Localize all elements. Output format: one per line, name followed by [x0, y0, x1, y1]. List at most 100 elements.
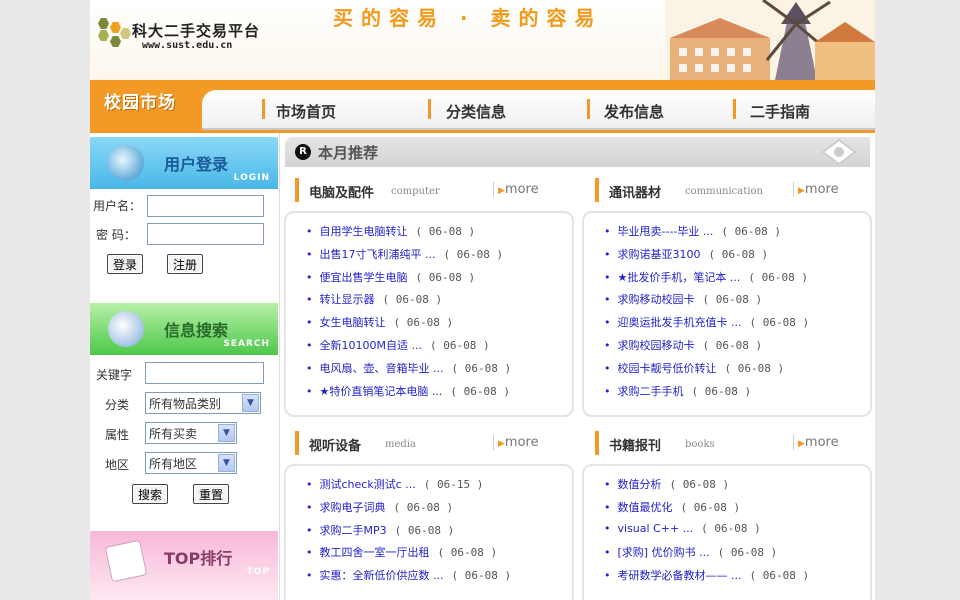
item-date: ( 06-08 )	[429, 338, 490, 352]
more-link[interactable]: ▶more	[493, 182, 539, 197]
list-item: • 毕业甩卖----毕业 ... ( 06-08 )	[604, 223, 870, 246]
item-link[interactable]: 考研数学必备教材—— ...	[618, 569, 742, 582]
nav-item-post[interactable]: 发布信息	[604, 101, 664, 122]
search-subtitle: SEARCH	[223, 339, 270, 349]
item-link[interactable]: 求购电子词典	[320, 501, 386, 514]
header-banner: 科大二手交易平台 www.sust.edu.cn 买的容易 · 卖的容易	[90, 0, 875, 80]
nav-item-home[interactable]: 市场首页	[276, 101, 336, 122]
item-link[interactable]: [求购] 优价购书 ...	[618, 546, 710, 559]
item-date: ( 06-08 )	[415, 270, 476, 284]
item-link[interactable]: 全新10100M自适 ...	[320, 339, 422, 352]
bullet-icon: •	[604, 478, 611, 491]
more-link[interactable]: ▶more	[793, 182, 839, 197]
top-header: TOP排行 TOP	[90, 531, 278, 600]
property-label: 属性	[105, 428, 130, 442]
item-date: ( 06-08 )	[721, 225, 781, 238]
item-link[interactable]: 数值分析	[618, 478, 662, 491]
category-title: 视听设备	[309, 439, 362, 454]
item-link[interactable]: 测试check测试c ...	[320, 478, 416, 491]
more-link[interactable]: ▶more	[793, 435, 839, 450]
region-select-value: 所有地区	[149, 457, 198, 471]
recommend-icon: R	[295, 144, 311, 160]
search-button[interactable]: 搜索	[132, 484, 169, 504]
nav-item-guide[interactable]: 二手指南	[750, 101, 810, 122]
bullet-icon: •	[604, 500, 611, 514]
category-title: 通讯器材	[609, 186, 662, 201]
region-label: 地区	[105, 458, 130, 472]
item-link[interactable]: 数值最优化	[618, 501, 673, 514]
register-button[interactable]: 注册	[167, 254, 204, 274]
bullet-icon: •	[604, 293, 611, 307]
item-date: ( 06-08 )	[691, 384, 752, 398]
reset-button[interactable]: 重置	[193, 484, 230, 504]
item-date: ( 06-08 )	[724, 361, 785, 375]
item-link[interactable]: visual C++ ...	[618, 522, 694, 535]
item-link[interactable]: ★批发价手机，笔记本 ...	[618, 271, 741, 284]
bullet-icon: •	[306, 384, 313, 398]
top-subtitle: TOP	[246, 567, 270, 577]
item-list: • 数值分析 ( 06-08 ) • 数值最优化 ( 06-08 ) • visual C++…	[584, 466, 870, 590]
bullet-icon: •	[604, 546, 611, 560]
bullet-icon: •	[604, 384, 611, 398]
login-header: 用户登录 LOGIN	[90, 137, 278, 189]
region-select[interactable]: 所有地区 ▼	[145, 452, 237, 474]
bullet-icon: •	[306, 478, 313, 491]
item-link[interactable]: 毕业甩卖----毕业 ...	[618, 225, 714, 238]
category-header-communication: 通讯器材 communication ▶more	[595, 174, 873, 206]
item-link[interactable]: 自用学生电脑转让	[320, 225, 408, 238]
bullet-icon: •	[306, 569, 313, 583]
user-icon	[108, 145, 144, 181]
category-box-computer: • 自用学生电脑转让 ( 06-08 ) • 出售17寸飞利浦纯平 ... ( 06-08…	[284, 211, 574, 417]
password-input[interactable]	[147, 223, 264, 245]
username-input[interactable]	[147, 195, 264, 217]
item-date: ( 06-08 )	[394, 523, 455, 537]
item-date: ( 06-08 )	[680, 500, 741, 514]
bullet-icon: •	[306, 316, 313, 330]
nav-item-categories[interactable]: 分类信息	[446, 101, 506, 122]
item-link[interactable]: 迎奥运批发手机充值卡 ...	[618, 316, 742, 329]
item-link[interactable]: 女生电脑转让	[320, 316, 386, 329]
item-link[interactable]: 求购二手MP3	[320, 524, 387, 537]
item-link[interactable]: 求购二手手机	[618, 385, 684, 398]
item-link[interactable]: 教工四舍一室一厅出租	[320, 546, 430, 559]
item-link[interactable]: 出售17寸飞利浦纯平 ...	[320, 248, 436, 261]
item-link[interactable]: 电风扇、壶、音箱毕业 ...	[320, 362, 444, 375]
username-label: 用户名：	[93, 199, 142, 213]
property-select[interactable]: 所有买卖 ▼	[145, 422, 237, 444]
item-link[interactable]: 求购移动校园卡	[618, 293, 695, 306]
bullet-icon: •	[604, 521, 611, 535]
item-list: • 自用学生电脑转让 ( 06-08 ) • 出售17寸飞利浦纯平 ... ( 06-08…	[286, 213, 572, 405]
item-date: ( 06-15 )	[423, 478, 484, 491]
item-link[interactable]: 便宜出售学生电脑	[320, 271, 408, 284]
recommend-title: 本月推荐	[318, 144, 379, 162]
magnifier-icon	[108, 311, 144, 347]
category-select[interactable]: 所有物品类别 ▼	[145, 392, 261, 414]
item-link[interactable]: 求购诺基亚3100	[618, 248, 701, 261]
property-select-value: 所有买卖	[149, 427, 198, 441]
list-item: • 求购诺基亚3100 ( 06-08 )	[604, 246, 870, 269]
item-link[interactable]: 实惠：全新低价供应数 ...	[320, 569, 444, 582]
logo-title: 科大二手交易平台	[132, 22, 261, 40]
category-subtitle: communication	[685, 186, 763, 197]
login-button[interactable]: 登录	[107, 254, 144, 274]
logo-url: www.sust.edu.cn	[142, 40, 233, 51]
category-subtitle: books	[685, 439, 715, 450]
item-date: ( 06-08 )	[451, 569, 512, 583]
keyword-input[interactable]	[145, 362, 264, 384]
item-link[interactable]: 求购校园移动卡	[618, 339, 695, 352]
item-link[interactable]: 转让显示器	[320, 293, 375, 306]
list-item: • 出售17寸飞利浦纯平 ... ( 06-08 )	[306, 246, 572, 269]
sidebar: 用户登录 LOGIN 用户名： 密 码： 登录 注册 信息搜索 SEARCH 关…	[90, 133, 280, 600]
search-title: 信息搜索	[164, 321, 229, 340]
item-link[interactable]: 校园卡靓号低价转让	[618, 362, 717, 375]
item-date: ( 06-08 )	[393, 316, 454, 330]
item-link[interactable]: ★特价直销笔记本电脑 ...	[320, 385, 443, 398]
bullet-icon: •	[306, 546, 313, 560]
list-item: • 女生电脑转让 ( 06-08 )	[306, 314, 572, 337]
item-date: ( 06-08 )	[669, 478, 730, 491]
item-date: ( 06-08 )	[415, 225, 476, 238]
list-item: • 求购二手手机 ( 06-08 )	[604, 383, 870, 406]
chevron-down-icon: ▼	[218, 454, 235, 472]
more-link[interactable]: ▶more	[493, 435, 539, 450]
item-date: ( 06-08 )	[749, 569, 810, 583]
